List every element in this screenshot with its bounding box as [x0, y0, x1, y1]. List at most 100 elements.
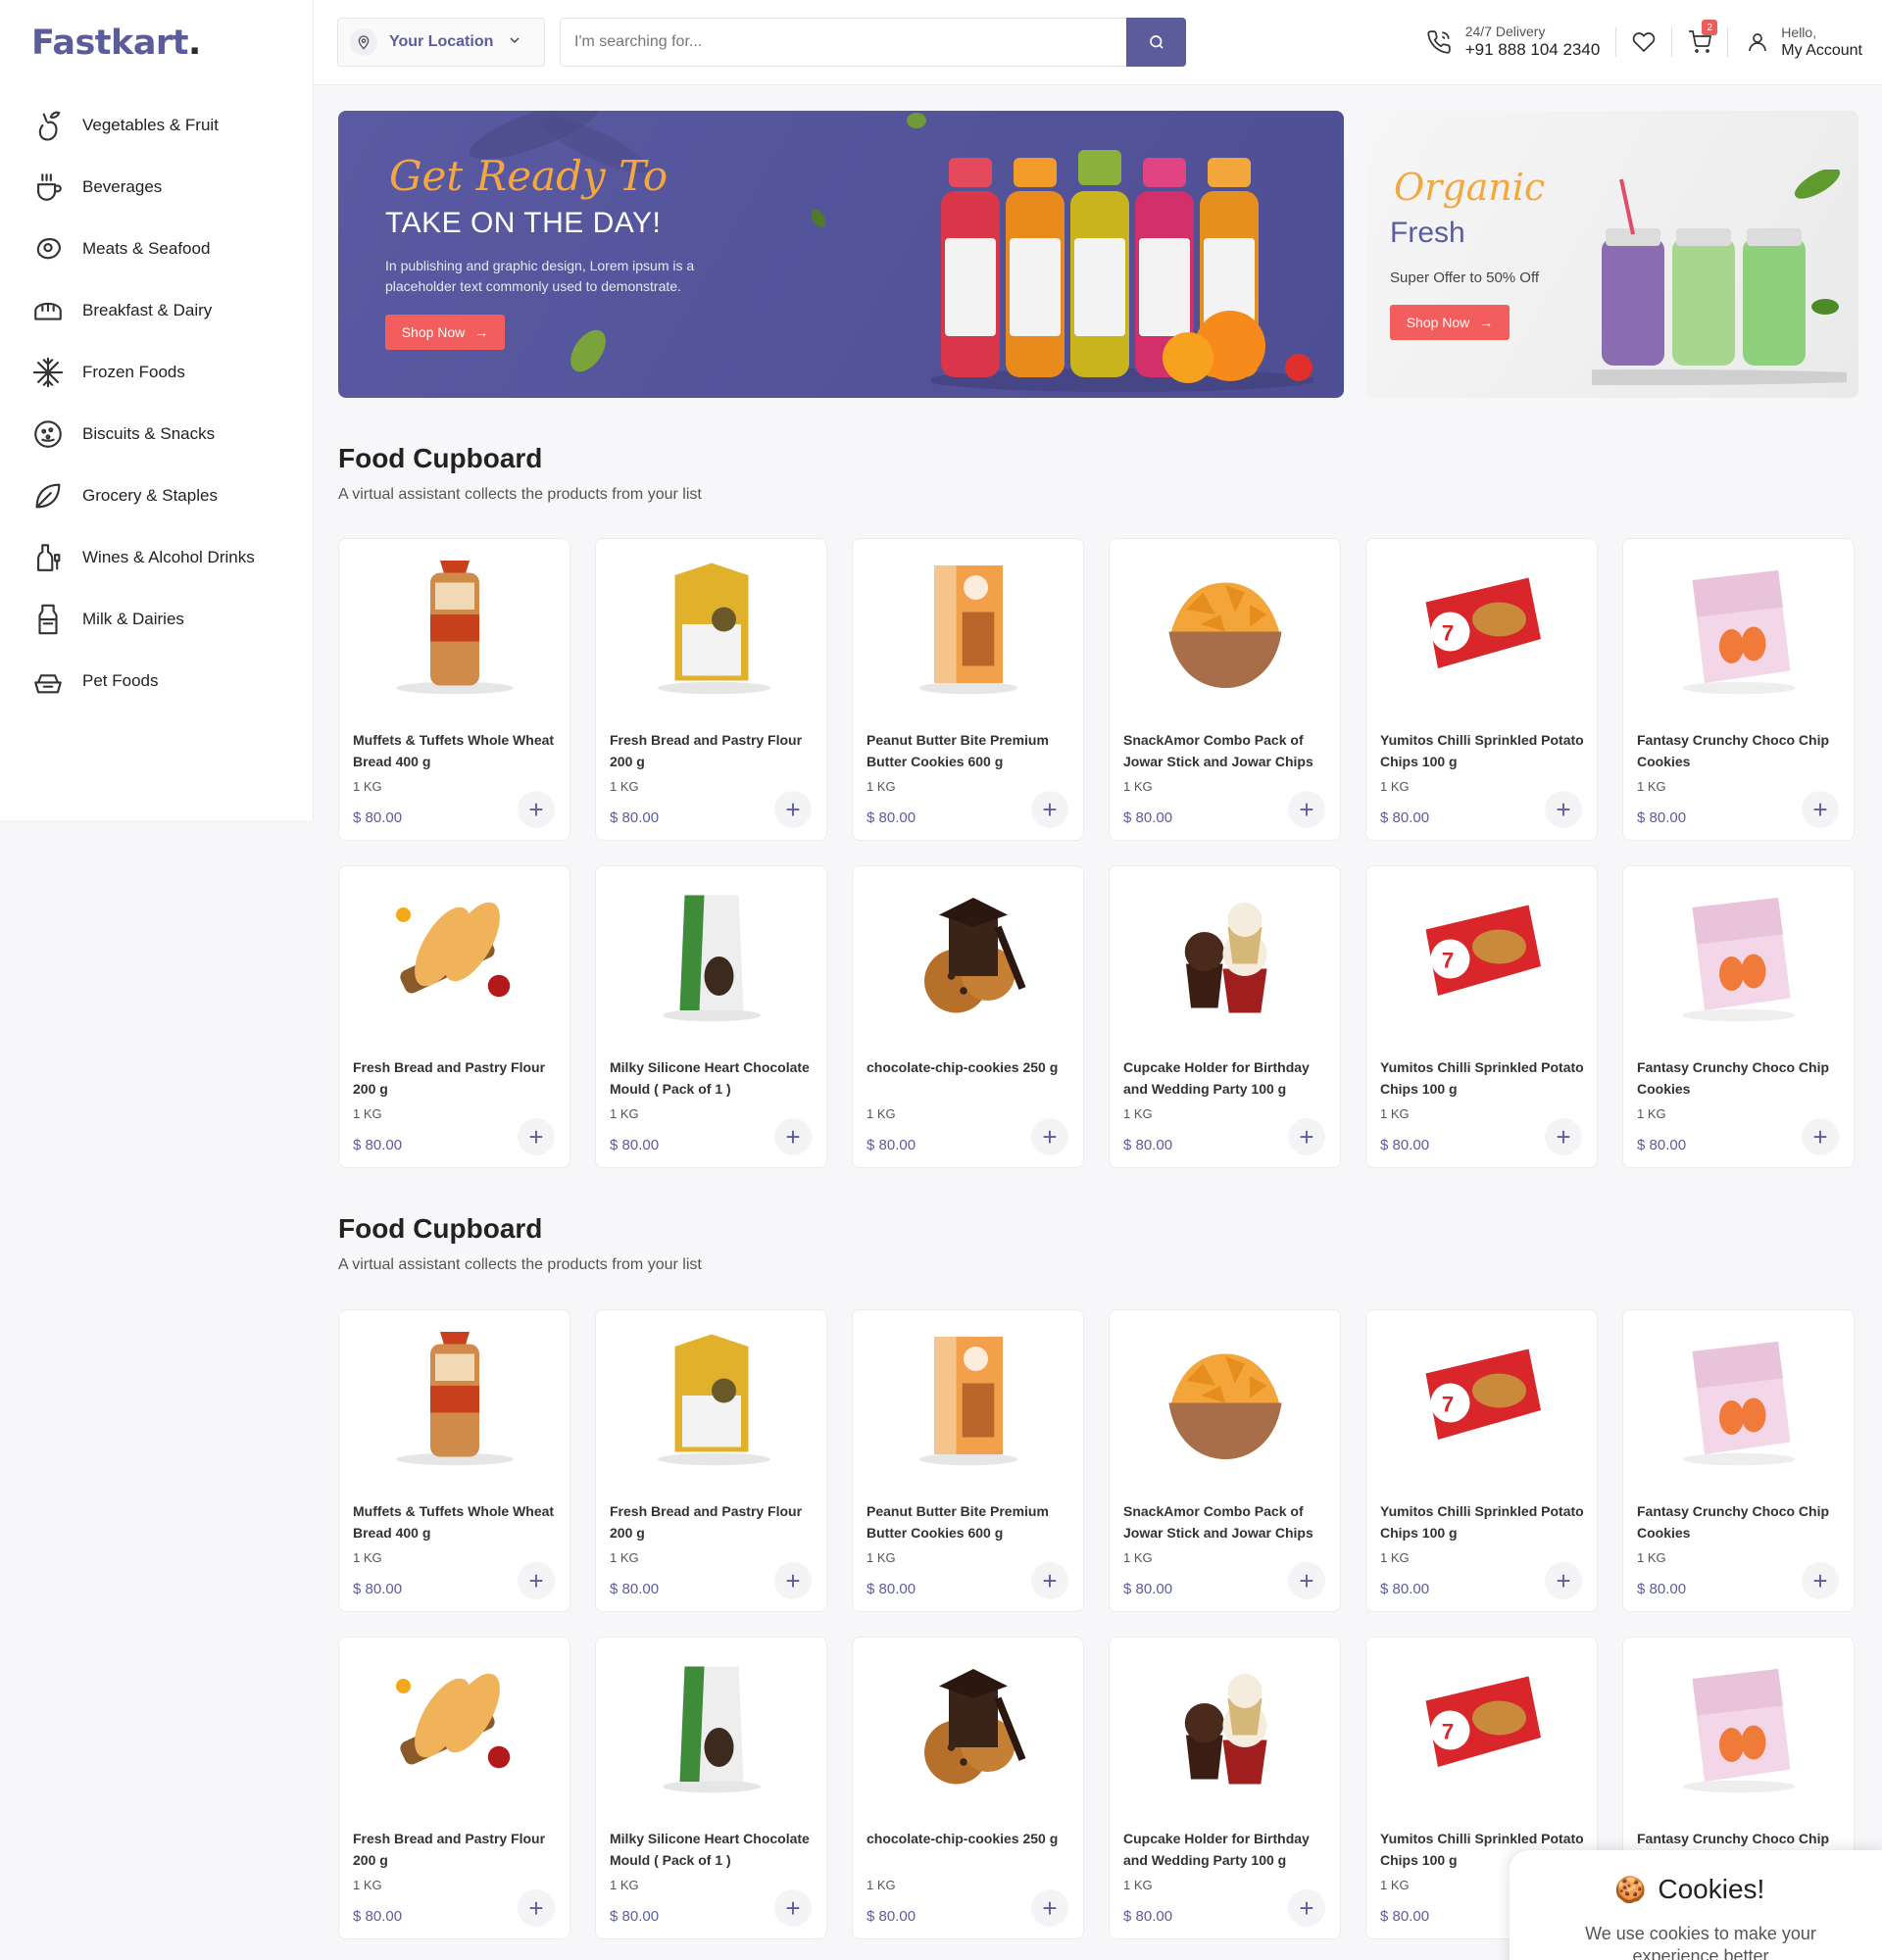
- product-image[interactable]: [339, 1322, 570, 1469]
- add-to-cart-button[interactable]: +: [774, 1562, 812, 1599]
- product-name[interactable]: SnackAmor Combo Pack of Jowar Stick and …: [1123, 729, 1331, 772]
- product-card[interactable]: Fantasy Crunchy Choco Chip Cookies 1 KG $ …: [1622, 865, 1855, 1168]
- product-card[interactable]: SnackAmor Combo Pack of Jowar Stick and …: [1109, 1309, 1341, 1612]
- sidebar-item-grocery-staples[interactable]: Grocery & Staples: [29, 465, 304, 526]
- product-card[interactable]: 7 Yumitos Chilli Sprinkled Potato Chips 1…: [1365, 865, 1598, 1168]
- product-card[interactable]: SnackAmor Combo Pack of Jowar Stick and …: [1109, 538, 1341, 841]
- product-name[interactable]: Milky Silicone Heart Chocolate Mould ( P…: [610, 1828, 817, 1871]
- product-name[interactable]: Cupcake Holder for Birthday and Wedding …: [1123, 1056, 1331, 1100]
- sidebar-item-biscuits-snacks[interactable]: Biscuits & Snacks: [29, 403, 304, 465]
- product-card[interactable]: Muffets & Tuffets Whole Wheat Bread 400 …: [338, 1309, 570, 1612]
- product-name[interactable]: Yumitos Chilli Sprinkled Potato Chips 10…: [1380, 1500, 1588, 1544]
- product-image[interactable]: 7: [1366, 1649, 1597, 1796]
- add-to-cart-button[interactable]: +: [774, 1118, 812, 1155]
- product-name[interactable]: Fantasy Crunchy Choco Chip Cookies: [1637, 729, 1845, 772]
- product-name[interactable]: SnackAmor Combo Pack of Jowar Stick and …: [1123, 1500, 1331, 1544]
- add-to-cart-button[interactable]: +: [774, 1889, 812, 1927]
- product-name[interactable]: Fantasy Crunchy Choco Chip Cookies: [1637, 1056, 1845, 1100]
- sidebar-item-beverages[interactable]: Beverages: [29, 156, 304, 218]
- product-card[interactable]: Muffets & Tuffets Whole Wheat Bread 400 …: [338, 538, 570, 841]
- product-card[interactable]: Milky Silicone Heart Chocolate Mould ( P…: [595, 1637, 827, 1939]
- product-name[interactable]: chocolate-chip-cookies 250 g: [867, 1056, 1074, 1078]
- add-to-cart-button[interactable]: +: [1802, 791, 1839, 828]
- product-image[interactable]: [339, 1649, 570, 1796]
- product-card[interactable]: Fresh Bread and Pastry Flour 200 g 1 KG $ …: [338, 1637, 570, 1939]
- site-logo[interactable]: Fastkart.: [31, 24, 201, 63]
- sidebar-item-pet-foods[interactable]: Pet Foods: [29, 650, 304, 711]
- product-image[interactable]: [1623, 1322, 1854, 1469]
- product-card[interactable]: chocolate-chip-cookies 250 g 1 KG $ 80.00 +: [852, 1637, 1084, 1939]
- add-to-cart-button[interactable]: +: [1288, 1889, 1325, 1927]
- main-promo-banner[interactable]: Get Ready To TAKE ON THE DAY! In publish…: [338, 111, 1344, 398]
- product-name[interactable]: Fresh Bread and Pastry Flour 200 g: [610, 1500, 817, 1544]
- product-name[interactable]: Fresh Bread and Pastry Flour 200 g: [353, 1056, 561, 1100]
- add-to-cart-button[interactable]: +: [1288, 1562, 1325, 1599]
- add-to-cart-button[interactable]: +: [1545, 1118, 1582, 1155]
- product-image[interactable]: [339, 878, 570, 1025]
- product-card[interactable]: chocolate-chip-cookies 250 g 1 KG $ 80.00 +: [852, 865, 1084, 1168]
- add-to-cart-button[interactable]: +: [1031, 1889, 1068, 1927]
- product-name[interactable]: Milky Silicone Heart Chocolate Mould ( P…: [610, 1056, 817, 1100]
- sidebar-item-meats-seafood[interactable]: Meats & Seafood: [29, 218, 304, 279]
- product-card[interactable]: Cupcake Holder for Birthday and Wedding …: [1109, 1637, 1341, 1939]
- add-to-cart-button[interactable]: +: [1545, 791, 1582, 828]
- add-to-cart-button[interactable]: +: [1288, 791, 1325, 828]
- wishlist-button[interactable]: [1616, 27, 1673, 57]
- banner-shop-now-button[interactable]: Shop Now →: [1390, 305, 1510, 340]
- add-to-cart-button[interactable]: +: [1031, 791, 1068, 828]
- product-image[interactable]: [1110, 1649, 1340, 1796]
- product-image[interactable]: [1623, 1649, 1854, 1796]
- product-image[interactable]: [1110, 878, 1340, 1025]
- product-card[interactable]: Peanut Butter Bite Premium Butter Cookie…: [852, 1309, 1084, 1612]
- search-button[interactable]: [1126, 18, 1186, 67]
- add-to-cart-button[interactable]: +: [1545, 1562, 1582, 1599]
- product-name[interactable]: Fresh Bread and Pastry Flour 200 g: [610, 729, 817, 772]
- product-image[interactable]: 7: [1366, 1322, 1597, 1469]
- product-name[interactable]: Muffets & Tuffets Whole Wheat Bread 400 …: [353, 729, 561, 772]
- add-to-cart-button[interactable]: +: [518, 1889, 555, 1927]
- product-card[interactable]: Fantasy Crunchy Choco Chip Cookies 1 KG $ …: [1622, 1309, 1855, 1612]
- product-card[interactable]: Milky Silicone Heart Chocolate Mould ( P…: [595, 865, 827, 1168]
- add-to-cart-button[interactable]: +: [774, 791, 812, 828]
- sidebar-item-wines-alcohol-drinks[interactable]: Wines & Alcohol Drinks: [29, 526, 304, 588]
- sidebar-item-vegetables-fruit[interactable]: Vegetables & Fruit: [29, 94, 304, 156]
- product-image[interactable]: [853, 551, 1083, 698]
- product-image[interactable]: [596, 1322, 826, 1469]
- product-image[interactable]: [596, 551, 826, 698]
- product-card[interactable]: Fresh Bread and Pastry Flour 200 g 1 KG $ …: [595, 538, 827, 841]
- product-card[interactable]: Fresh Bread and Pastry Flour 200 g 1 KG $ …: [338, 865, 570, 1168]
- add-to-cart-button[interactable]: +: [1288, 1118, 1325, 1155]
- product-name[interactable]: Fantasy Crunchy Choco Chip Cookies: [1637, 1500, 1845, 1544]
- product-name[interactable]: Peanut Butter Bite Premium Butter Cookie…: [867, 1500, 1074, 1544]
- add-to-cart-button[interactable]: +: [1031, 1562, 1068, 1599]
- product-image[interactable]: 7: [1366, 878, 1597, 1025]
- add-to-cart-button[interactable]: +: [518, 791, 555, 828]
- add-to-cart-button[interactable]: +: [518, 1118, 555, 1155]
- product-card[interactable]: Peanut Butter Bite Premium Butter Cookie…: [852, 538, 1084, 841]
- product-image[interactable]: [853, 1649, 1083, 1796]
- search-input[interactable]: [560, 18, 1126, 67]
- organic-promo-banner[interactable]: Organic Fresh Super Offer to 50% Off Sho…: [1366, 111, 1858, 398]
- product-image[interactable]: 7: [1366, 551, 1597, 698]
- add-to-cart-button[interactable]: +: [1031, 1118, 1068, 1155]
- product-card[interactable]: 7 Yumitos Chilli Sprinkled Potato Chips 1…: [1365, 538, 1598, 841]
- product-card[interactable]: Cupcake Holder for Birthday and Wedding …: [1109, 865, 1341, 1168]
- product-name[interactable]: Yumitos Chilli Sprinkled Potato Chips 10…: [1380, 729, 1588, 772]
- product-name[interactable]: Fresh Bread and Pastry Flour 200 g: [353, 1828, 561, 1871]
- cart-button[interactable]: 2: [1672, 20, 1729, 57]
- sidebar-item-frozen-foods[interactable]: Frozen Foods: [29, 341, 304, 403]
- product-name[interactable]: Yumitos Chilli Sprinkled Potato Chips 10…: [1380, 1056, 1588, 1100]
- product-name[interactable]: Peanut Butter Bite Premium Butter Cookie…: [867, 729, 1074, 772]
- product-image[interactable]: [1623, 551, 1854, 698]
- product-card[interactable]: 7 Yumitos Chilli Sprinkled Potato Chips 1…: [1365, 1309, 1598, 1612]
- sidebar-item-breakfast-dairy[interactable]: Breakfast & Dairy: [29, 279, 304, 341]
- product-image[interactable]: [1623, 878, 1854, 1025]
- product-image[interactable]: [339, 551, 570, 698]
- product-image[interactable]: [1110, 1322, 1340, 1469]
- product-name[interactable]: Muffets & Tuffets Whole Wheat Bread 400 …: [353, 1500, 561, 1544]
- account-menu[interactable]: Hello, My Account: [1728, 24, 1862, 60]
- product-name[interactable]: chocolate-chip-cookies 250 g: [867, 1828, 1074, 1849]
- banner-shop-now-button[interactable]: Shop Now →: [385, 315, 505, 350]
- product-card[interactable]: Fresh Bread and Pastry Flour 200 g 1 KG $ …: [595, 1309, 827, 1612]
- sidebar-item-milk-dairies[interactable]: Milk & Dairies: [29, 588, 304, 650]
